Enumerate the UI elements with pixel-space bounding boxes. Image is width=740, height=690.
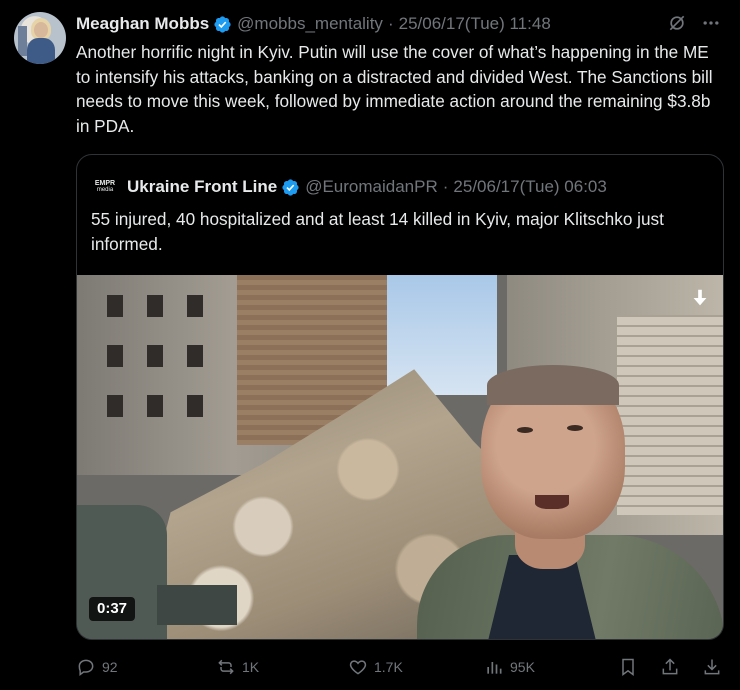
author-name[interactable]: Meaghan Mobbs xyxy=(76,14,209,34)
verified-badge-icon xyxy=(282,178,299,196)
reply-count: 92 xyxy=(102,659,118,675)
video-duration: 0:37 xyxy=(89,597,136,621)
repost-button[interactable]: 1K xyxy=(216,654,259,680)
reply-button[interactable]: 92 xyxy=(76,654,118,680)
arrow-down-icon xyxy=(693,289,707,306)
grok-icon[interactable] xyxy=(666,12,688,34)
header-separator: · xyxy=(387,14,394,33)
views-count: 95K xyxy=(510,659,535,675)
quoted-tweet-timestamp[interactable]: 25/06/17(Tue) 06:03 xyxy=(453,177,606,197)
tweet-top-actions xyxy=(666,12,722,34)
quoted-tweet-header: EMPR media Ukraine Front Line @Euromaida… xyxy=(93,175,607,199)
more-options-icon[interactable] xyxy=(700,12,722,34)
tweet-action-bar: 92 1K 1.7K 95K xyxy=(76,654,730,680)
views-chart-icon xyxy=(487,662,502,674)
heart-icon xyxy=(349,660,367,675)
share-icon xyxy=(662,658,678,675)
share-button[interactable] xyxy=(660,654,680,680)
download-button[interactable] xyxy=(702,654,722,680)
quoted-author-avatar[interactable]: EMPR media xyxy=(93,175,117,199)
repost-icon xyxy=(218,659,234,675)
quoted-avatar-line1: EMPR xyxy=(94,180,116,187)
bookmark-icon xyxy=(622,658,634,676)
like-count: 1.7K xyxy=(374,659,403,675)
views-button[interactable]: 95K xyxy=(484,654,535,680)
download-icon xyxy=(704,659,720,675)
quoted-author-handle[interactable]: @EuromaidanPR xyxy=(305,177,438,197)
repost-count: 1K xyxy=(242,659,260,675)
bookmark-button[interactable] xyxy=(618,654,638,680)
author-avatar[interactable] xyxy=(14,12,66,64)
reply-icon xyxy=(78,659,94,676)
quoted-avatar-line2: media xyxy=(96,187,114,193)
tweet[interactable]: Meaghan Mobbs @mobbs_mentality · 25/06/1… xyxy=(0,0,740,690)
verified-badge-icon xyxy=(214,15,231,33)
video-subject xyxy=(417,365,723,639)
quoted-author-name[interactable]: Ukraine Front Line xyxy=(127,177,277,197)
tweet-text: Another horrific night in Kyiv. Putin wi… xyxy=(76,42,713,136)
like-button[interactable]: 1.7K xyxy=(348,654,403,680)
quoted-tweet[interactable]: EMPR media Ukraine Front Line @Euromaida… xyxy=(76,154,724,640)
author-handle[interactable]: @mobbs_mentality xyxy=(237,14,383,34)
quoted-header-separator: · xyxy=(442,177,449,196)
video-player[interactable]: 0:37 xyxy=(77,275,723,639)
quoted-tweet-text: 55 injured, 40 hospitalized and at least… xyxy=(91,209,664,254)
tweet-timestamp[interactable]: 25/06/17(Tue) 11:48 xyxy=(399,14,551,34)
tweet-header: Meaghan Mobbs @mobbs_mentality · 25/06/1… xyxy=(76,12,551,36)
